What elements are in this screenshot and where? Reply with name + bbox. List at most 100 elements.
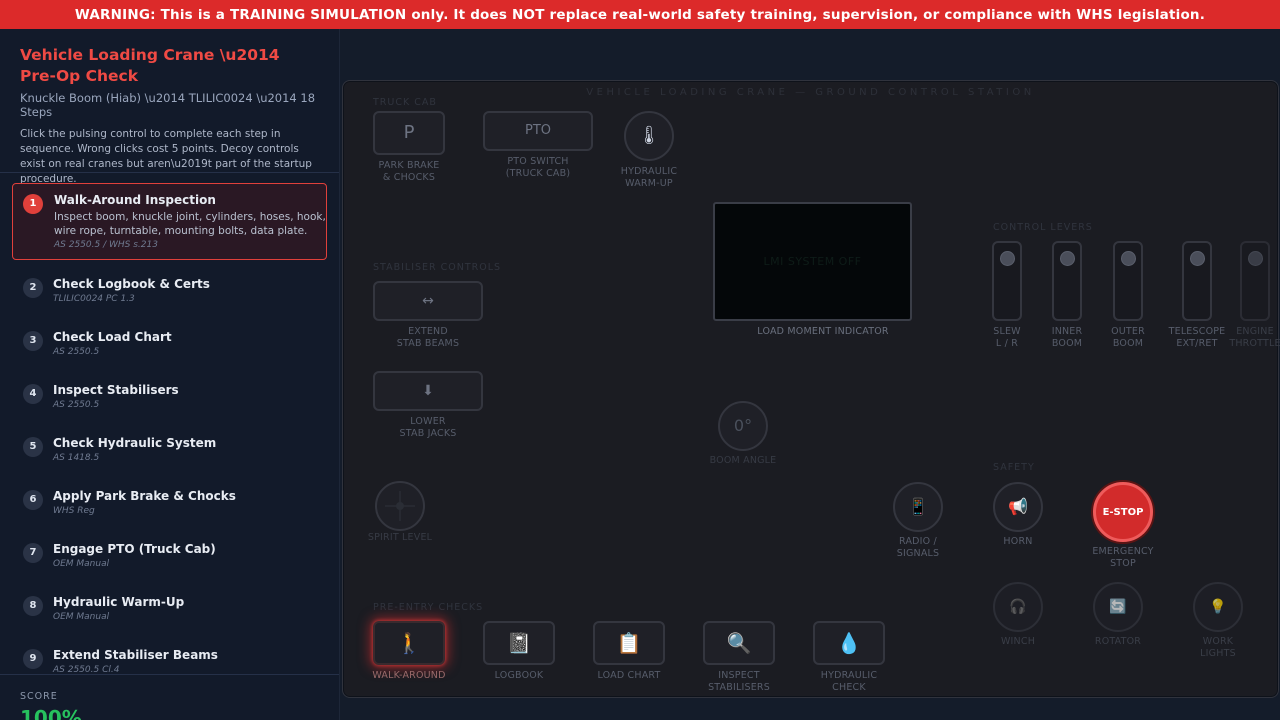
- step-number: 3: [23, 331, 43, 351]
- radio-icon: 📱: [908, 497, 928, 516]
- step-item-3[interactable]: 3 Check Load Chart AS 2550.5: [12, 320, 327, 373]
- main-area: VEHICLE LOADING CRANE — GROUND CONTROL S…: [340, 29, 1280, 720]
- horn-label: HORN: [1003, 536, 1033, 547]
- step-reference: AS 1418.5: [53, 453, 100, 463]
- inspect-stabilisers-button[interactable]: 🔍: [703, 621, 775, 665]
- lever-slew[interactable]: [992, 241, 1022, 321]
- step-item-4[interactable]: 4 Inspect Stabilisers AS 2550.5: [12, 373, 327, 426]
- park-brake-icon: P: [403, 122, 415, 143]
- step-number: 1: [23, 194, 43, 214]
- step-title: Inspect Stabilisers: [53, 383, 179, 397]
- horn-button[interactable]: 📢: [993, 482, 1043, 532]
- horizontal-arrows-icon: ↔: [422, 293, 434, 309]
- rotator-icon: 🔄: [1109, 599, 1127, 615]
- page-title: Vehicle Loading Crane \u2014 Pre-Op Chec…: [20, 46, 280, 85]
- logbook-label: LOGBOOK: [494, 670, 544, 681]
- work-lights-button[interactable]: 💡: [1193, 582, 1243, 632]
- hydraulic-warmup-button[interactable]: 🌡: [624, 111, 674, 161]
- lower-stab-jacks-button[interactable]: ⬇: [373, 371, 483, 411]
- step-number: 5: [23, 437, 43, 457]
- step-number: 6: [23, 490, 43, 510]
- boom-angle-label: BOOM ANGLE: [709, 455, 777, 466]
- walking-person-icon: 🚶: [396, 631, 422, 655]
- logbook-button[interactable]: 📓: [483, 621, 555, 665]
- droplet-icon: 💧: [836, 631, 862, 655]
- work-lights-label: WORK LIGHTS: [1200, 636, 1236, 659]
- instructions-text: Click the pulsing control to complete ea…: [20, 128, 312, 185]
- step-title: Extend Stabiliser Beams: [53, 648, 218, 662]
- step-reference: AS 2550.5: [53, 347, 100, 357]
- step-reference: TLILIC0024 PC 1.3: [53, 294, 135, 304]
- extend-stab-beams-label: EXTEND STAB BEAMS: [396, 326, 460, 349]
- step-list: 1 Walk-Around Inspection Inspect boom, k…: [12, 183, 327, 691]
- step-number: 8: [23, 596, 43, 616]
- step-item-8[interactable]: 8 Hydraulic Warm-Up OEM Manual: [12, 585, 327, 638]
- lever-knob: [1060, 251, 1075, 266]
- section-label-levers: CONTROL LEVERS: [993, 222, 1093, 233]
- lmi-display: LMI SYSTEM OFF: [713, 202, 912, 321]
- emergency-stop-button[interactable]: E-STOP: [1093, 482, 1153, 542]
- inspect-stabilisers-label: INSPECT STABILISERS: [708, 670, 770, 693]
- emergency-stop-label: EMERGENCY STOP: [1092, 546, 1154, 569]
- step-reference: OEM Manual: [53, 612, 110, 622]
- step-title: Check Hydraulic System: [53, 436, 217, 450]
- hydraulic-warmup-label: HYDRAULIC WARM-UP: [620, 166, 678, 189]
- warning-banner: WARNING: This is a TRAINING SIMULATION o…: [0, 0, 1280, 29]
- step-number: 9: [23, 649, 43, 669]
- step-number: 2: [23, 278, 43, 298]
- pto-icon: PTO: [524, 123, 551, 138]
- lightbulb-icon: 💡: [1209, 599, 1227, 615]
- step-title: Apply Park Brake & Chocks: [53, 489, 236, 503]
- step-title: Hydraulic Warm-Up: [53, 595, 185, 609]
- score-value: 100%: [20, 706, 82, 720]
- step-item-1[interactable]: 1 Walk-Around Inspection Inspect boom, k…: [12, 183, 327, 260]
- score-panel: SCORE 100%: [0, 674, 339, 720]
- rotator-button[interactable]: 🔄: [1093, 582, 1143, 632]
- hydraulic-check-label: HYDRAULIC CHECK: [820, 670, 878, 693]
- magnifier-icon: 🔍: [726, 631, 752, 655]
- step-reference: AS 2550.5 / WHS s.213: [54, 240, 158, 250]
- lever-outer-boom-label: OUTER BOOM: [1111, 326, 1145, 349]
- pto-switch-button[interactable]: PTO: [483, 111, 593, 151]
- radio-signals-button[interactable]: 📱: [893, 482, 943, 532]
- walk-around-button[interactable]: 🚶: [373, 621, 445, 665]
- walk-around-label: WALK-AROUND: [372, 670, 446, 681]
- step-reference: WHS Reg: [53, 506, 95, 516]
- notebook-icon: 📓: [506, 631, 532, 655]
- step-item-5[interactable]: 5 Check Hydraulic System AS 1418.5: [12, 426, 327, 479]
- winch-button[interactable]: 🎧: [993, 582, 1043, 632]
- step-item-7[interactable]: 7 Engage PTO (Truck Cab) OEM Manual: [12, 532, 327, 585]
- clipboard-icon: 📋: [616, 631, 642, 655]
- section-label-truck-cab: TRUCK CAB: [373, 97, 437, 108]
- step-item-6[interactable]: 6 Apply Park Brake & Chocks WHS Reg: [12, 479, 327, 532]
- lmi-label: LOAD MOMENT INDICATOR: [757, 326, 889, 337]
- hydraulic-check-button[interactable]: 💧: [813, 621, 885, 665]
- lever-telescope[interactable]: [1182, 241, 1212, 321]
- extend-stab-beams-button[interactable]: ↔: [373, 281, 483, 321]
- step-title: Engage PTO (Truck Cab): [53, 542, 216, 556]
- spirit-level-gauge: [375, 481, 425, 531]
- step-number: 4: [23, 384, 43, 404]
- station-title: VEHICLE LOADING CRANE — GROUND CONTROL S…: [586, 87, 1035, 98]
- park-brake-button[interactable]: P: [373, 111, 445, 155]
- spirit-level-label: SPIRIT LEVEL: [367, 532, 433, 543]
- step-title: Check Logbook & Certs: [53, 277, 210, 291]
- lever-knob: [1248, 251, 1263, 266]
- lever-knob: [1121, 251, 1136, 266]
- step-reference: AS 2550.5: [53, 400, 100, 410]
- step-item-2[interactable]: 2 Check Logbook & Certs TLILIC0024 PC 1.…: [12, 267, 327, 320]
- load-chart-label: LOAD CHART: [597, 670, 661, 681]
- winch-label: WINCH: [1000, 636, 1036, 647]
- lever-knob: [1000, 251, 1015, 266]
- control-station: VEHICLE LOADING CRANE — GROUND CONTROL S…: [342, 80, 1280, 698]
- section-label-safety: SAFETY: [993, 462, 1035, 473]
- lever-outer-boom[interactable]: [1113, 241, 1143, 321]
- park-brake-label: PARK BRAKE & CHOCKS: [378, 160, 440, 183]
- sidebar-header: Vehicle Loading Crane \u2014 Pre-Op Chec…: [0, 29, 339, 185]
- step-detail: Inspect boom, knuckle joint, cylinders, …: [54, 211, 326, 237]
- step-title: Check Load Chart: [53, 330, 172, 344]
- lever-engine-throttle[interactable]: [1240, 241, 1270, 321]
- load-chart-button[interactable]: 📋: [593, 621, 665, 665]
- boom-angle-gauge: 0°: [718, 401, 768, 451]
- lever-inner-boom[interactable]: [1052, 241, 1082, 321]
